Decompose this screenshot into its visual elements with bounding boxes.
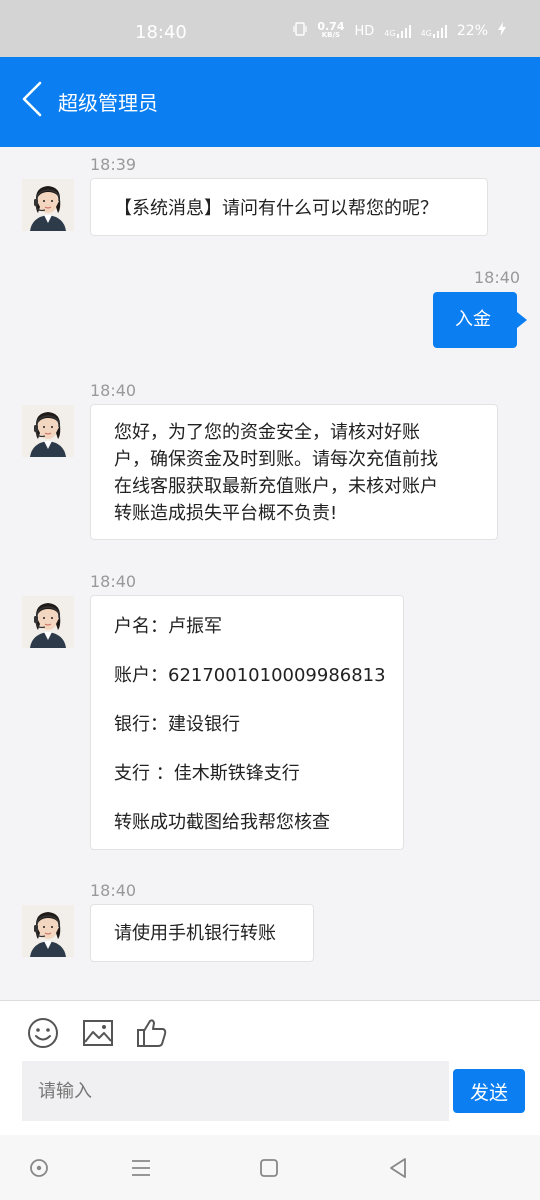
signal-1: 4G (384, 24, 411, 38)
instruction-line: 转账成功截图给我帮您核查 (114, 812, 330, 833)
page-title: 超级管理员 (58, 91, 158, 115)
vibrate-icon (293, 22, 307, 40)
signal-2-label: 4G (420, 29, 432, 38)
account-name-line: 户名：卢振军 (114, 616, 222, 637)
message-timestamp: 18:40 (90, 881, 137, 900)
agent-message-bubble[interactable]: 请使用手机银行转账 (90, 904, 314, 962)
signal-bars-icon (396, 25, 411, 38)
signal-bars-icon (432, 25, 447, 38)
net-speed-value: 0.74 (317, 20, 345, 33)
status-bar: 18:40 0.74 KB/S HD 4G 4G 22% (0, 0, 540, 57)
emoji-icon[interactable] (25, 1015, 61, 1051)
agent-message-bubble[interactable]: 您好，为了您的资金安全，请核对好账 户，确保资金及时到账。请每次充值前找 在线客… (90, 404, 498, 540)
agent-message-bubble[interactable]: 【系统消息】请问有什么可以帮您的呢？ (90, 178, 488, 236)
message-text: 请使用手机银行转账 (114, 923, 276, 944)
net-speed: 0.74 KB/S (317, 20, 345, 40)
message-text: 【系统消息】请问有什么可以帮您的呢？ (114, 198, 438, 219)
message-line: 转账造成损失平台概不负责! (114, 503, 338, 524)
battery-level: 22% (456, 23, 488, 39)
image-icon[interactable] (80, 1015, 116, 1051)
message-line: 您好，为了您的资金安全，请核对好账 (114, 422, 420, 443)
agent-avatar[interactable] (22, 179, 74, 231)
my-message-bubble[interactable]: 入金 (433, 292, 527, 348)
system-nav-bar (0, 1135, 540, 1200)
hd-indicator: HD (354, 23, 375, 39)
account-number-line: 账户：6217001010009986813 (114, 665, 386, 686)
back-triangle-icon[interactable] (385, 1155, 411, 1181)
message-input[interactable] (22, 1061, 449, 1121)
send-button[interactable]: 发送 (453, 1069, 525, 1113)
home-icon[interactable] (256, 1155, 282, 1181)
agent-message-bubble[interactable]: 户名：卢振军 账户：6217001010009986813 银行：建设银行 支行… (90, 595, 404, 850)
message-timestamp: 18:40 (90, 381, 137, 400)
branch-line: 支行 ：佳木斯铁锋支行 (114, 763, 300, 784)
menu-icon[interactable] (128, 1155, 154, 1181)
chat-header: 超级管理员 (0, 57, 540, 147)
message-timestamp: 18:39 (90, 155, 137, 174)
assistant-circle-icon[interactable] (26, 1155, 52, 1181)
message-text: 入金 (455, 309, 491, 330)
message-timestamp: 18:40 (90, 572, 137, 591)
message-timestamp: 18:40 (474, 268, 521, 287)
agent-avatar[interactable] (22, 405, 74, 457)
thumbs-up-icon[interactable] (134, 1015, 170, 1051)
charging-icon (498, 22, 506, 40)
agent-avatar[interactable] (22, 596, 74, 648)
status-icons: 0.74 KB/S HD 4G 4G 22% (293, 20, 506, 40)
signal-1-label: 4G (384, 29, 396, 38)
back-chevron-left-icon[interactable] (18, 79, 48, 119)
agent-avatar[interactable] (22, 905, 74, 957)
status-time: 18:40 (135, 22, 187, 43)
signal-2: 4G (421, 24, 447, 38)
bank-line: 银行：建设银行 (114, 714, 240, 735)
message-line: 户，确保资金及时到账。请每次充值前找 (114, 449, 438, 470)
message-line: 在线客服获取最新充值账户，未核对账户 (114, 476, 438, 497)
input-toolbar: 发送 (0, 1000, 540, 1135)
chat-messages[interactable]: 18:39 【系统消息】请问有什么可以帮您的呢？ 18:40 入金 18:40 … (0, 147, 540, 1000)
